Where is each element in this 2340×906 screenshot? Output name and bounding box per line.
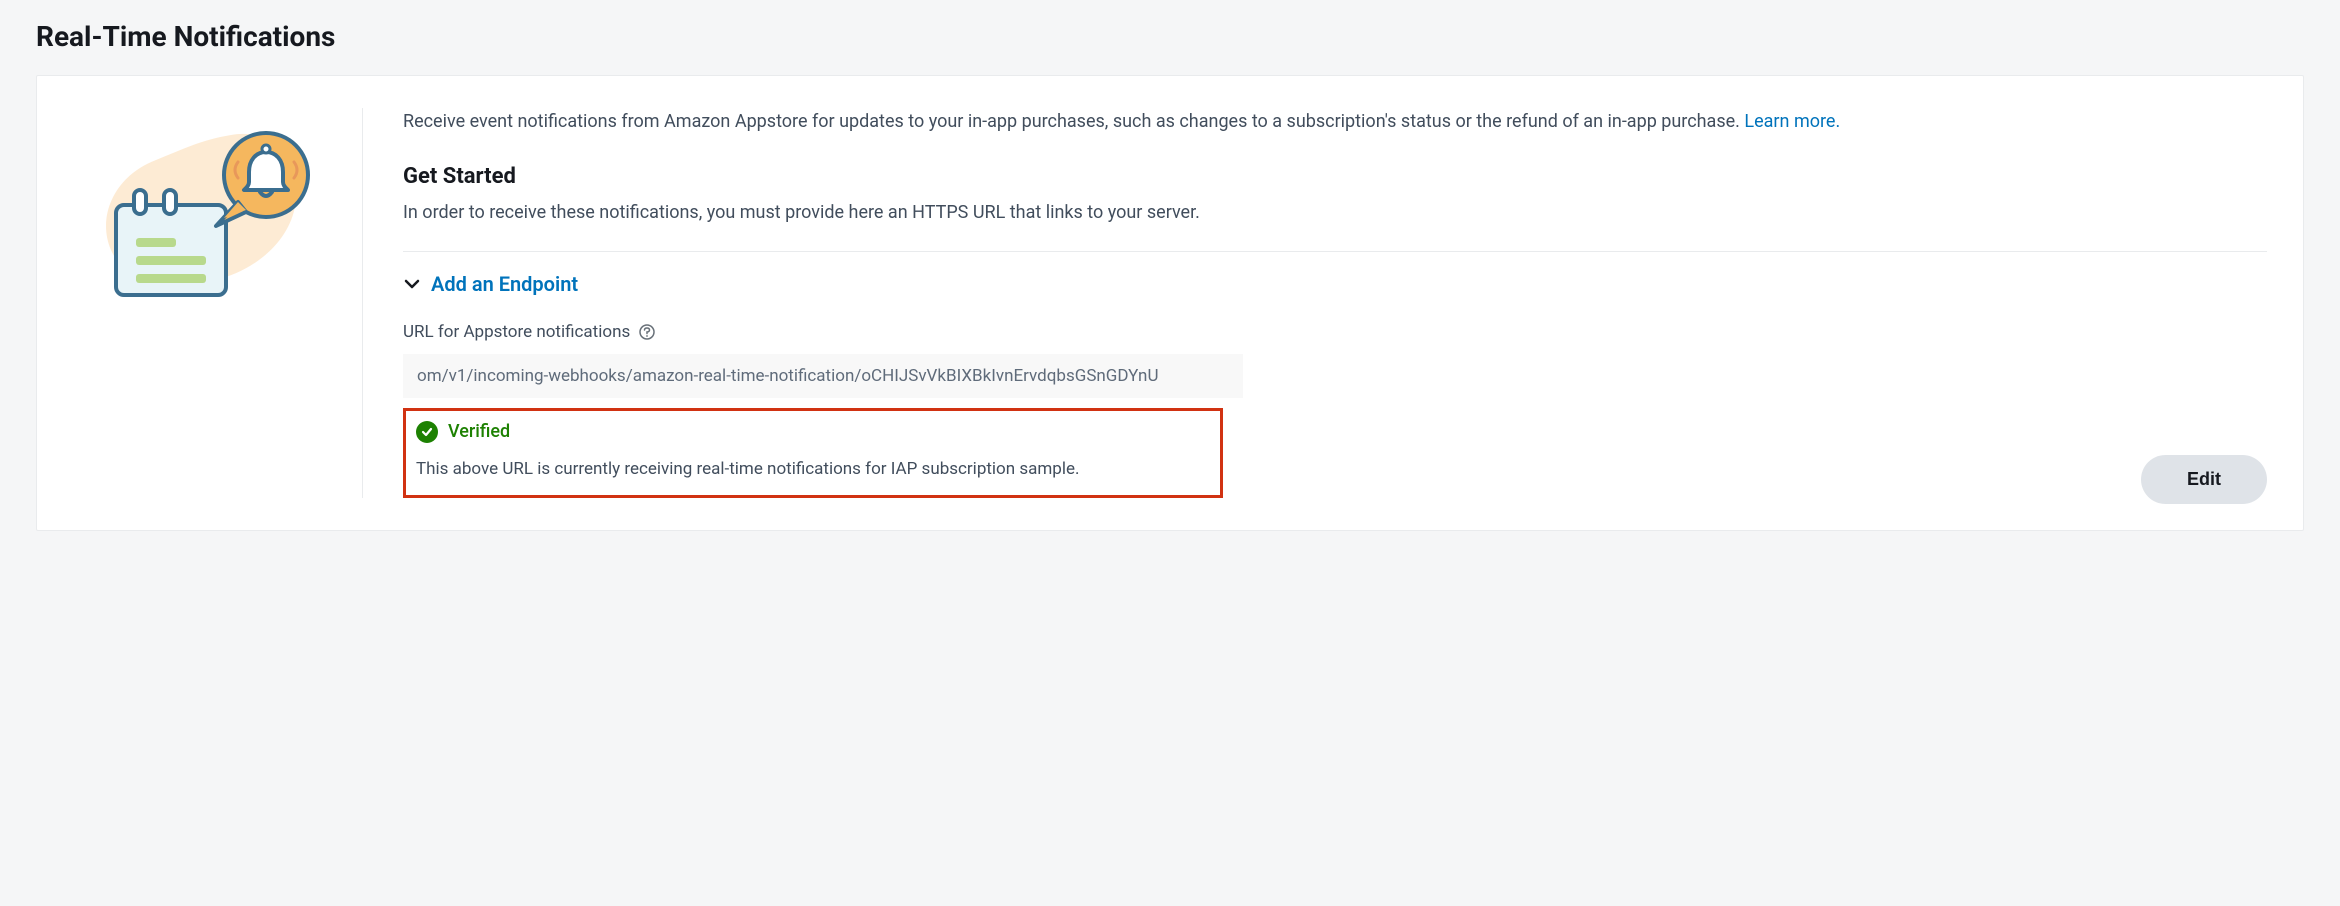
get-started-body: In order to receive these notifications,… bbox=[403, 199, 2267, 227]
url-label-text: URL for Appstore notifications bbox=[403, 322, 630, 342]
verification-highlight: Verified This above URL is currently rec… bbox=[403, 408, 1223, 498]
divider bbox=[403, 251, 2267, 252]
page-title: Real-Time Notifications bbox=[36, 20, 2304, 53]
intro-text-body: Receive event notifications from Amazon … bbox=[403, 111, 1744, 132]
notifications-card: Receive event notifications from Amazon … bbox=[36, 75, 2304, 531]
content-column: Receive event notifications from Amazon … bbox=[363, 108, 2267, 498]
status-row: Verified bbox=[416, 421, 1210, 443]
help-icon[interactable] bbox=[638, 323, 656, 341]
status-label: Verified bbox=[448, 421, 510, 442]
illustration-column bbox=[73, 108, 363, 498]
chevron-down-icon bbox=[403, 275, 421, 293]
edit-button[interactable]: Edit bbox=[2141, 455, 2267, 504]
get-started-heading: Get Started bbox=[403, 164, 2267, 189]
learn-more-link[interactable]: Learn more. bbox=[1744, 111, 1840, 132]
url-field-label: URL for Appstore notifications bbox=[403, 322, 2267, 342]
check-icon bbox=[416, 421, 438, 443]
url-display: om/v1/incoming-webhooks/amazon-real-time… bbox=[403, 354, 1243, 398]
status-description: This above URL is currently receiving re… bbox=[416, 459, 1210, 479]
add-endpoint-toggle[interactable]: Add an Endpoint bbox=[403, 272, 2267, 296]
add-endpoint-title: Add an Endpoint bbox=[431, 272, 578, 296]
intro-text: Receive event notifications from Amazon … bbox=[403, 108, 2267, 136]
bell-calendar-illustration bbox=[86, 120, 316, 310]
